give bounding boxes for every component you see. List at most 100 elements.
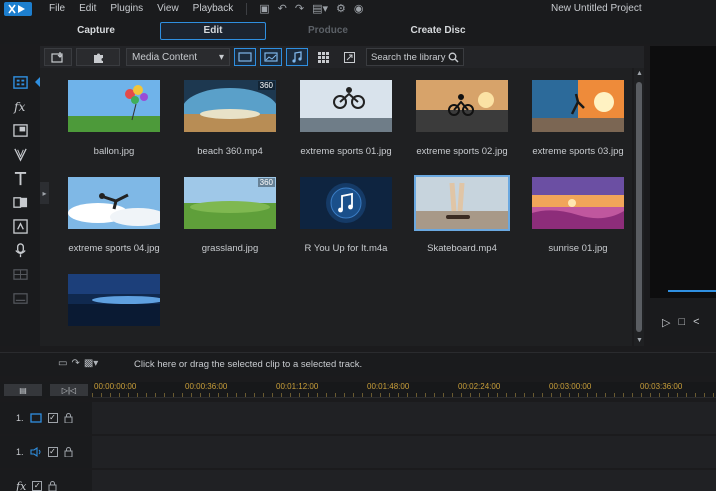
timeline-tools: ▭ ↷ ▩▾ (58, 358, 98, 369)
stop-icon[interactable]: □ (678, 316, 685, 328)
expand-icon (343, 51, 355, 63)
effects-room-button[interactable]: fx (0, 94, 40, 118)
plugins-button[interactable] (76, 48, 120, 66)
title-room-button[interactable] (0, 166, 40, 190)
track-header: fx ✓ (0, 470, 92, 491)
chevron-right-icon: ▸ (42, 188, 47, 198)
fit-timeline-button[interactable]: ▷|◁ (50, 384, 88, 396)
library-item[interactable]: 360 beach 360.mp4 (172, 80, 288, 162)
mode-tabs: Capture Edit Produce Create Disc (0, 18, 716, 44)
library-item-name: sunrise 01.jpg (548, 243, 608, 254)
main-menu: File Edit Plugins View Playback (42, 0, 240, 18)
import-media-button[interactable] (44, 48, 72, 66)
transition-room-button[interactable] (0, 190, 40, 214)
audio-track-lane[interactable] (92, 436, 716, 468)
save-project-icon[interactable]: ▣ (259, 0, 269, 18)
subtitle-room-button[interactable] (0, 286, 40, 310)
library-item[interactable]: 360 grassland.jpg (172, 177, 288, 259)
library-search-field[interactable]: Search the library (366, 48, 464, 66)
media-room-button[interactable] (0, 70, 40, 94)
filter-image-button[interactable] (260, 48, 282, 66)
track-manager-icon: ▤ (19, 385, 27, 395)
media-thumbnail[interactable] (68, 274, 160, 326)
expand-library-button[interactable] (338, 48, 360, 66)
media-content-dropdown[interactable]: Media Content ▾ (126, 48, 230, 66)
audio-mixing-room-button[interactable] (0, 214, 40, 238)
media-thumbnail[interactable] (300, 80, 392, 132)
media-thumbnail[interactable] (414, 175, 510, 231)
project-title: New Untitled Project (551, 3, 642, 14)
media-thumbnail[interactable] (532, 177, 624, 229)
library-item[interactable]: extreme sports 02.jpg (404, 80, 520, 162)
voiceover-room-button[interactable] (0, 238, 40, 262)
menu-file[interactable]: File (42, 0, 72, 18)
library-item[interactable]: extreme sports 03.jpg (520, 80, 632, 162)
media-thumbnail[interactable]: 360 (184, 80, 276, 132)
ripple-clip-icon[interactable]: ▩▾ (84, 358, 98, 369)
media-thumbnail[interactable] (532, 80, 624, 132)
settings-gear-icon[interactable]: ⚙ (336, 0, 346, 18)
media-library: ballon.jpg 360 beach 360.mp4 extreme sports… (40, 68, 632, 346)
tab-capture[interactable]: Capture (44, 22, 148, 40)
effect-track-lane[interactable] (92, 470, 716, 491)
scroll-down-icon[interactable]: ▼ (636, 337, 643, 344)
filter-audio-button[interactable] (286, 48, 308, 66)
menu-divider (246, 3, 248, 15)
video-track-lane[interactable] (92, 402, 716, 434)
aspect-ratio-icon[interactable]: ▤▾ (312, 0, 328, 18)
search-icon[interactable] (448, 52, 459, 63)
lock-icon[interactable] (48, 481, 57, 491)
lock-icon[interactable] (64, 447, 73, 457)
library-item[interactable]: R You Up for It.m4a (288, 177, 404, 259)
media-thumbnail[interactable]: 360 (184, 177, 276, 229)
media-room-icon (12, 75, 28, 89)
track-header: 1. ✓ (0, 436, 92, 468)
scroll-up-icon[interactable]: ▲ (636, 70, 643, 77)
library-item[interactable]: sunrise 01.jpg (520, 177, 632, 259)
grid-view-button[interactable] (312, 48, 334, 66)
library-item[interactable]: ballon.jpg (56, 80, 172, 162)
lock-icon[interactable] (64, 413, 73, 423)
media-thumbnail[interactable] (416, 80, 508, 132)
tab-create-disc[interactable]: Create Disc (386, 22, 490, 40)
tab-produce[interactable]: Produce (276, 22, 380, 40)
audio-thumbnail[interactable] (300, 177, 392, 229)
timeline-ruler[interactable]: 00:00:00:00 00:00:36:00 00:01:12:00 00:01:4… (92, 382, 716, 398)
menu-view[interactable]: View (150, 0, 186, 18)
library-item[interactable]: Skateboard.mp4 (404, 175, 520, 259)
undo-icon[interactable]: ↶ (278, 0, 287, 18)
account-icon[interactable]: ◉ (354, 0, 364, 18)
filter-video-button[interactable] (234, 48, 256, 66)
track-enable-checkbox[interactable]: ✓ (47, 413, 58, 423)
library-collapse-handle[interactable]: ▸ (40, 182, 49, 204)
menu-playback[interactable]: Playback (186, 0, 241, 18)
preview-progress-bar[interactable] (668, 290, 716, 292)
menu-edit[interactable]: Edit (72, 0, 103, 18)
chevron-down-icon: ▾ (218, 51, 224, 63)
chapter-room-button[interactable] (0, 262, 40, 286)
library-item[interactable]: extreme sports 04.jpg (56, 177, 172, 259)
track-manager-button[interactable]: ▤ (4, 384, 42, 396)
library-item-name: ballon.jpg (93, 146, 135, 157)
media-thumbnail[interactable] (68, 177, 160, 229)
previous-frame-icon[interactable]: < (693, 316, 699, 328)
scrollbar-thumb[interactable] (636, 82, 642, 332)
menu-plugins[interactable]: Plugins (103, 0, 150, 18)
library-item[interactable] (56, 274, 172, 346)
library-scrollbar[interactable]: ▲ ▼ (634, 68, 644, 346)
overwrite-clip-icon[interactable]: ↷ (71, 358, 79, 369)
redo-icon[interactable]: ↷ (295, 0, 304, 18)
track-enable-checkbox[interactable]: ✓ (47, 447, 58, 457)
insert-clip-icon[interactable]: ▭ (58, 358, 67, 369)
image-filter-icon (264, 52, 278, 62)
library-item[interactable]: extreme sports 01.jpg (288, 80, 404, 162)
library-item-name: R You Up for It.m4a (304, 243, 388, 254)
particle-room-button[interactable] (0, 142, 40, 166)
media-thumbnail[interactable] (68, 80, 160, 132)
pip-room-button[interactable] (0, 118, 40, 142)
track-enable-checkbox[interactable]: ✓ (32, 481, 43, 491)
library-item-name: Skateboard.mp4 (427, 243, 497, 254)
play-icon[interactable]: ▷ (662, 316, 670, 329)
tab-edit[interactable]: Edit (160, 22, 266, 40)
import-icon (51, 52, 63, 63)
